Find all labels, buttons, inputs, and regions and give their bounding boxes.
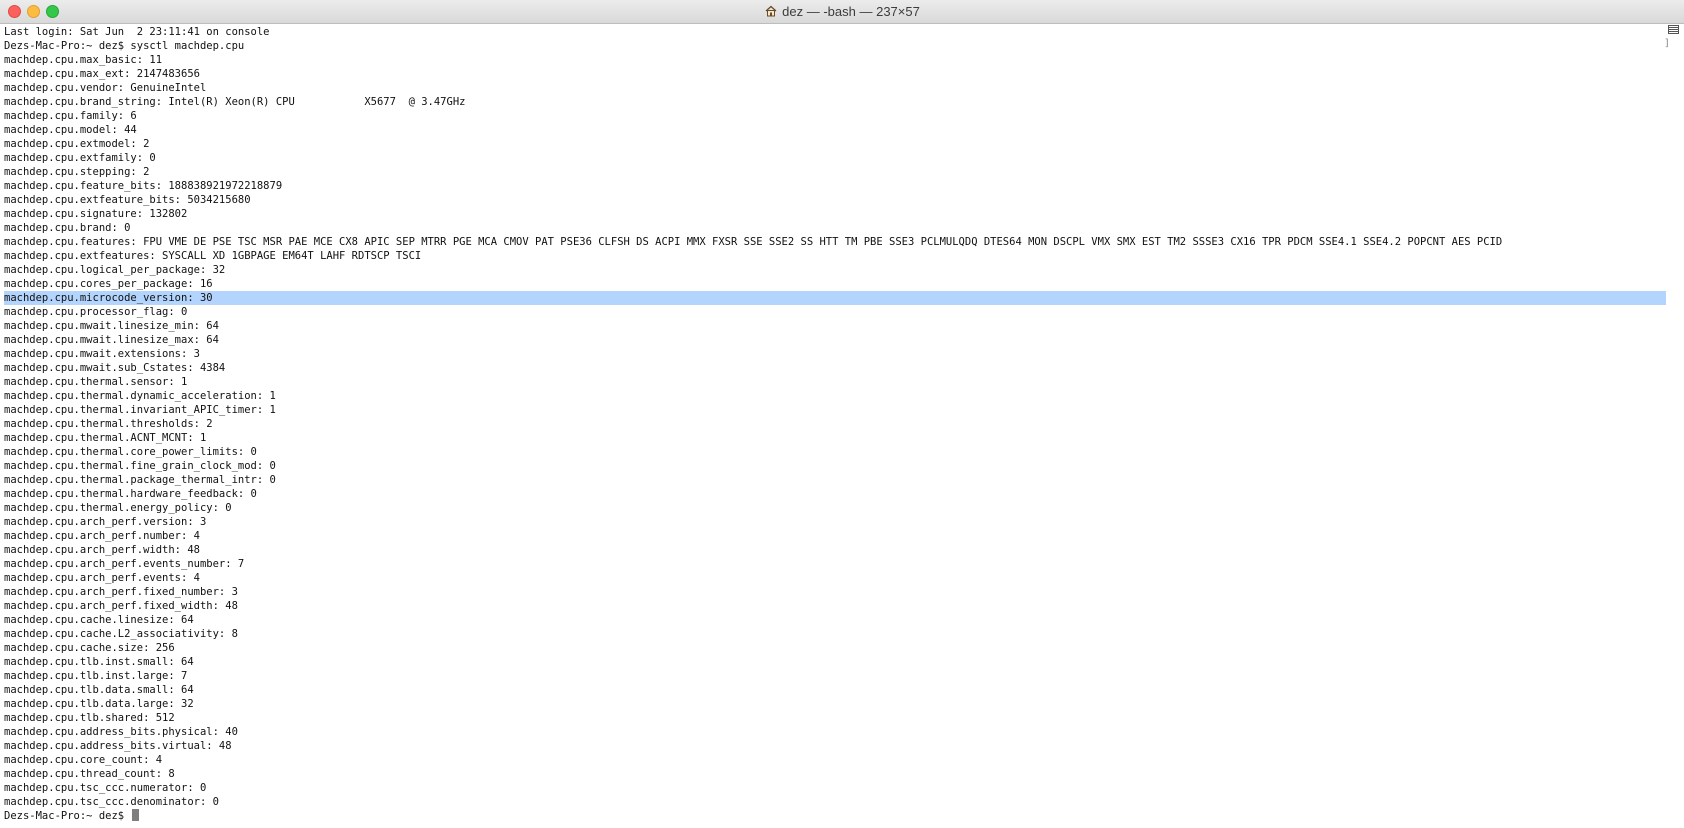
terminal-line: machdep.cpu.extmodel: 2 xyxy=(4,138,150,150)
prompt-line[interactable]: Dezs-Mac-Pro:~ dez$ xyxy=(4,809,1666,823)
terminal-line: machdep.cpu.tlb.data.large: 32 xyxy=(4,698,194,710)
terminal-line: machdep.cpu.tlb.inst.large: 7 xyxy=(4,670,188,682)
terminal-line: machdep.cpu.tsc_ccc.numerator: 0 xyxy=(4,782,207,794)
terminal-line: machdep.cpu.arch_perf.fixed_width: 48 xyxy=(4,600,238,612)
terminal-line: machdep.cpu.cache.size: 256 xyxy=(4,642,175,654)
terminal-line: machdep.cpu.tsc_ccc.denominator: 0 xyxy=(4,796,219,808)
terminal-line: machdep.cpu.cache.linesize: 64 xyxy=(4,614,194,626)
terminal-line: machdep.cpu.arch_perf.events_number: 7 xyxy=(4,558,245,570)
terminal-line: machdep.cpu.max_ext: 2147483656 xyxy=(4,68,200,80)
terminal-line: machdep.cpu.thermal.thresholds: 2 xyxy=(4,418,213,430)
terminal-line: machdep.cpu.tlb.shared: 512 xyxy=(4,712,175,724)
window-title: dez — -bash — 237×57 xyxy=(782,4,920,19)
terminal-line: machdep.cpu.cores_per_package: 16 xyxy=(4,278,213,290)
terminal-line: machdep.cpu.address_bits.physical: 40 xyxy=(4,726,238,738)
terminal-line: machdep.cpu.cache.L2_associativity: 8 xyxy=(4,628,238,640)
terminal-line: machdep.cpu.address_bits.virtual: 48 xyxy=(4,740,232,752)
terminal-line: machdep.cpu.vendor: GenuineIntel xyxy=(4,82,207,94)
window-title-area: dez — -bash — 237×57 xyxy=(0,4,1684,20)
terminal-line: machdep.cpu.stepping: 2 xyxy=(4,166,150,178)
terminal-line: machdep.cpu.mwait.linesize_min: 64 xyxy=(4,320,219,332)
terminal-line: machdep.cpu.processor_flag: 0 xyxy=(4,306,188,318)
terminal-line: machdep.cpu.family: 6 xyxy=(4,110,137,122)
terminal-line: machdep.cpu.logical_per_package: 32 xyxy=(4,264,226,276)
terminal-line: machdep.cpu.thermal.ACNT_MCNT: 1 xyxy=(4,432,207,444)
terminal-line: Last login: Sat Jun 2 23:11:41 on consol… xyxy=(4,26,270,38)
terminal-output[interactable]: Last login: Sat Jun 2 23:11:41 on consol… xyxy=(4,25,1666,823)
title-bar[interactable]: dez — -bash — 237×57 xyxy=(0,0,1684,24)
terminal-line: machdep.cpu.core_count: 4 xyxy=(4,754,163,766)
terminal-line: machdep.cpu.thermal.package_thermal_intr… xyxy=(4,474,276,486)
terminal-line: machdep.cpu.thermal.energy_policy: 0 xyxy=(4,502,232,514)
terminal-line: Dezs-Mac-Pro:~ dez$ sysctl machdep.cpu xyxy=(4,40,245,52)
terminal-line: machdep.cpu.signature: 132802 xyxy=(4,208,188,220)
terminal-line: machdep.cpu.extfamily: 0 xyxy=(4,152,156,164)
scroll-toggle-icon[interactable] xyxy=(1668,25,1679,34)
terminal-line: machdep.cpu.mwait.extensions: 3 xyxy=(4,348,200,360)
terminal-line: machdep.cpu.extfeature_bits: 5034215680 xyxy=(4,194,251,206)
terminal-line-selected: machdep.cpu.microcode_version: 30 xyxy=(4,291,1666,305)
terminal-line: machdep.cpu.mwait.linesize_max: 64 xyxy=(4,334,219,346)
terminal-line: machdep.cpu.model: 44 xyxy=(4,124,137,136)
terminal-window: dez — -bash — 237×57 ] Last login: Sat J… xyxy=(0,0,1684,828)
terminal-line: machdep.cpu.mwait.sub_Cstates: 4384 xyxy=(4,362,226,374)
home-icon xyxy=(764,4,778,18)
terminal-line: machdep.cpu.tlb.inst.small: 64 xyxy=(4,656,194,668)
terminal-line: machdep.cpu.arch_perf.version: 3 xyxy=(4,516,207,528)
terminal-line: machdep.cpu.brand: 0 xyxy=(4,222,131,234)
terminal-line: machdep.cpu.thread_count: 8 xyxy=(4,768,175,780)
terminal-line: machdep.cpu.arch_perf.events: 4 xyxy=(4,572,200,584)
terminal-line: machdep.cpu.feature_bits: 18883892197221… xyxy=(4,180,283,192)
terminal-line: machdep.cpu.arch_perf.fixed_number: 3 xyxy=(4,586,238,598)
terminal-line: machdep.cpu.arch_perf.width: 48 xyxy=(4,544,200,556)
terminal-line: machdep.cpu.extfeatures: SYSCALL XD 1GBP… xyxy=(4,250,422,262)
terminal-line: machdep.cpu.max_basic: 11 xyxy=(4,54,163,66)
text-cursor xyxy=(132,809,140,821)
terminal-line: machdep.cpu.thermal.sensor: 1 xyxy=(4,376,188,388)
terminal-line: machdep.cpu.tlb.data.small: 64 xyxy=(4,684,194,696)
terminal-line: machdep.cpu.arch_perf.number: 4 xyxy=(4,530,200,542)
shell-prompt: Dezs-Mac-Pro:~ dez$ xyxy=(4,810,131,822)
terminal-line: machdep.cpu.features: FPU VME DE PSE TSC… xyxy=(4,236,1503,248)
terminal-line: machdep.cpu.brand_string: Intel(R) Xeon(… xyxy=(4,96,466,108)
terminal-line: machdep.cpu.thermal.core_power_limits: 0 xyxy=(4,446,257,458)
terminal-line: machdep.cpu.thermal.dynamic_acceleration… xyxy=(4,390,276,402)
terminal-line: machdep.cpu.thermal.fine_grain_clock_mod… xyxy=(4,460,276,472)
terminal-line: machdep.cpu.thermal.hardware_feedback: 0 xyxy=(4,488,257,500)
terminal-line: machdep.cpu.thermal.invariant_APIC_timer… xyxy=(4,404,276,416)
